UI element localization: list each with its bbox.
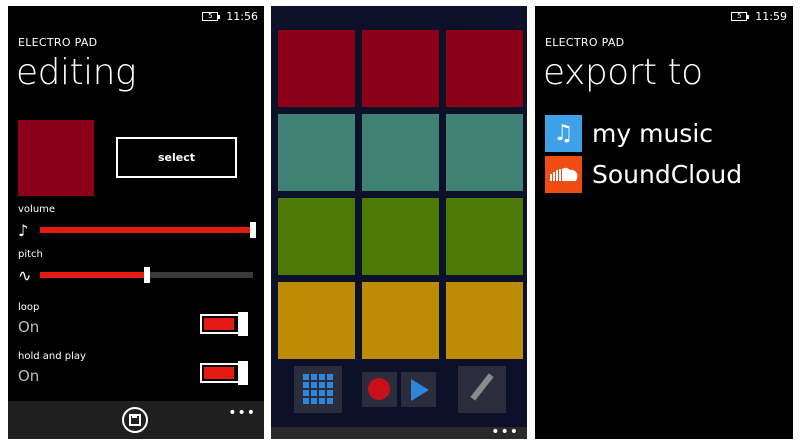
clock: 11:59 — [755, 9, 787, 23]
pitch-thumb[interactable] — [143, 267, 150, 283]
record-icon — [368, 378, 390, 400]
play-icon — [411, 379, 429, 401]
pad-r1-c2[interactable] — [362, 30, 439, 107]
pad-r4-c3[interactable] — [446, 282, 523, 359]
page-title: editing — [16, 52, 137, 93]
pad-screen: ••• — [271, 6, 527, 439]
soundcloud-icon — [545, 155, 582, 193]
music-note-icon: ♫ — [545, 114, 582, 152]
export-soundcloud[interactable]: SoundCloud — [545, 155, 742, 193]
export-my-music[interactable]: ♫ my music — [545, 114, 713, 152]
select-button[interactable]: select — [116, 137, 237, 178]
play-button[interactable] — [401, 372, 436, 407]
edit-button[interactable] — [458, 366, 506, 413]
volume-track[interactable] — [40, 222, 256, 238]
loop-value: On — [18, 318, 40, 336]
pad-r4-c1[interactable] — [278, 282, 355, 359]
pad-r2-c2[interactable] — [362, 114, 439, 191]
pads-view-button[interactable] — [294, 366, 342, 413]
pad-r3-c2[interactable] — [362, 198, 439, 275]
loop-toggle[interactable] — [200, 312, 248, 336]
hold-and-play-toggle-fill — [204, 367, 234, 379]
app-title: ELECTRO PAD — [545, 36, 625, 49]
pad-color-swatch[interactable] — [18, 120, 94, 196]
volume-slider[interactable]: ♪ — [18, 220, 256, 240]
loop-toggle-knob[interactable] — [238, 312, 248, 336]
pitch-fill — [40, 272, 147, 278]
clock: 11:56 — [226, 9, 258, 23]
pad-r3-c1[interactable] — [278, 198, 355, 275]
record-button[interactable] — [362, 372, 397, 407]
status-bar: 5 11:56 — [202, 6, 258, 26]
export-my-music-label: my music — [592, 118, 714, 148]
volume-label: volume — [18, 204, 56, 215]
editing-screen: 5 11:56 ELECTRO PAD editing select volum… — [8, 6, 264, 439]
loop-label: loop — [18, 302, 40, 313]
pitch-label: pitch — [18, 249, 43, 260]
hold-and-play-toggle[interactable] — [200, 361, 248, 385]
hold-and-play-label: hold and play — [18, 351, 86, 362]
status-bar: 5 11:59 — [731, 6, 787, 26]
page-title: export to — [543, 52, 703, 93]
export-screen: 5 11:59 ELECTRO PAD export to ♫ my music… — [535, 6, 793, 439]
pad-r1-c3[interactable] — [446, 30, 523, 107]
volume-fill — [40, 227, 253, 233]
hold-and-play-value: On — [18, 367, 40, 385]
grid-icon — [303, 374, 333, 404]
pitch-slider[interactable]: ∿ — [18, 265, 253, 285]
pad-r1-c1[interactable] — [278, 30, 355, 107]
pitch-track[interactable] — [40, 267, 253, 283]
pad-r4-c2[interactable] — [362, 282, 439, 359]
loop-toggle-fill — [204, 318, 234, 330]
pad-r2-c1[interactable] — [278, 114, 355, 191]
save-icon — [129, 414, 141, 426]
pad-r3-c3[interactable] — [446, 198, 523, 275]
battery-icon: 5 — [202, 11, 221, 21]
app-bar: ••• — [271, 424, 527, 439]
app-bar: ••• — [8, 401, 264, 439]
pad-r2-c3[interactable] — [446, 114, 523, 191]
more-menu-button[interactable]: ••• — [491, 424, 519, 439]
music-note-icon: ♪ — [18, 220, 29, 240]
more-menu-button[interactable]: ••• — [228, 405, 256, 421]
volume-thumb[interactable] — [250, 222, 256, 238]
save-button[interactable] — [122, 407, 148, 433]
wave-icon: ∿ — [18, 265, 32, 285]
export-soundcloud-label: SoundCloud — [592, 159, 743, 189]
app-title: ELECTRO PAD — [18, 36, 98, 49]
battery-icon: 5 — [731, 11, 750, 21]
hold-and-play-toggle-knob[interactable] — [238, 361, 248, 385]
pencil-icon — [470, 373, 494, 401]
